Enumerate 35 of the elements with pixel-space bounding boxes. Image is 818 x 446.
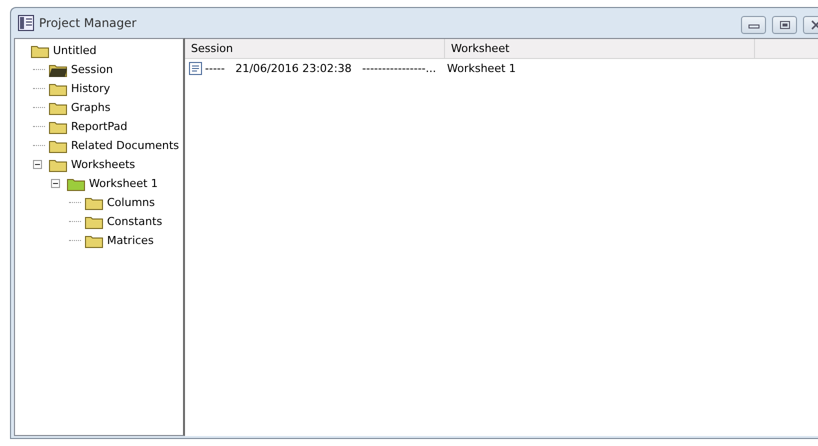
restore-button[interactable] bbox=[772, 16, 797, 34]
tree-item[interactable]: ReportPad bbox=[71, 120, 128, 133]
restore-icon bbox=[778, 20, 790, 30]
folder-icon bbox=[49, 62, 67, 76]
folder-icon bbox=[85, 214, 103, 228]
column-header[interactable]: Worksheet bbox=[445, 39, 755, 58]
tree-item[interactable]: Worksheet 1 bbox=[89, 177, 158, 190]
tree-item[interactable]: Related Documents bbox=[71, 139, 179, 152]
folder-icon bbox=[49, 158, 67, 172]
folder-icon bbox=[49, 138, 67, 152]
minimize-button[interactable] bbox=[741, 16, 766, 34]
close-icon bbox=[810, 20, 818, 30]
tree-item[interactable]: Matrices bbox=[107, 234, 154, 247]
tree-item[interactable]: Constants bbox=[107, 215, 162, 228]
session-cell: ----- 21/06/2016 23:02:38 ----------------... bbox=[205, 62, 436, 74]
folder-icon bbox=[49, 82, 67, 96]
document-icon bbox=[189, 62, 202, 74]
folder-icon bbox=[85, 196, 103, 210]
panels-icon bbox=[18, 15, 34, 31]
worksheet-cell: Worksheet 1 bbox=[447, 62, 516, 74]
folder-icon bbox=[49, 100, 67, 114]
window-title: Project Manager bbox=[39, 16, 136, 30]
folder-icon bbox=[67, 176, 85, 190]
folder-icon bbox=[85, 234, 103, 248]
tree-item[interactable]: History bbox=[71, 82, 110, 95]
tree-item[interactable]: Graphs bbox=[71, 101, 110, 114]
folder-icon bbox=[49, 120, 67, 134]
tree-item[interactable]: Columns bbox=[107, 196, 155, 209]
tree-item[interactable]: Worksheets bbox=[71, 158, 136, 171]
collapse-icon[interactable] bbox=[33, 160, 42, 169]
column-header[interactable]: Session bbox=[185, 39, 445, 58]
tree-item[interactable]: Untitled bbox=[53, 44, 97, 57]
tree-item[interactable]: Session bbox=[71, 63, 113, 76]
collapse-icon[interactable] bbox=[51, 179, 60, 188]
folder-icon bbox=[31, 44, 49, 58]
